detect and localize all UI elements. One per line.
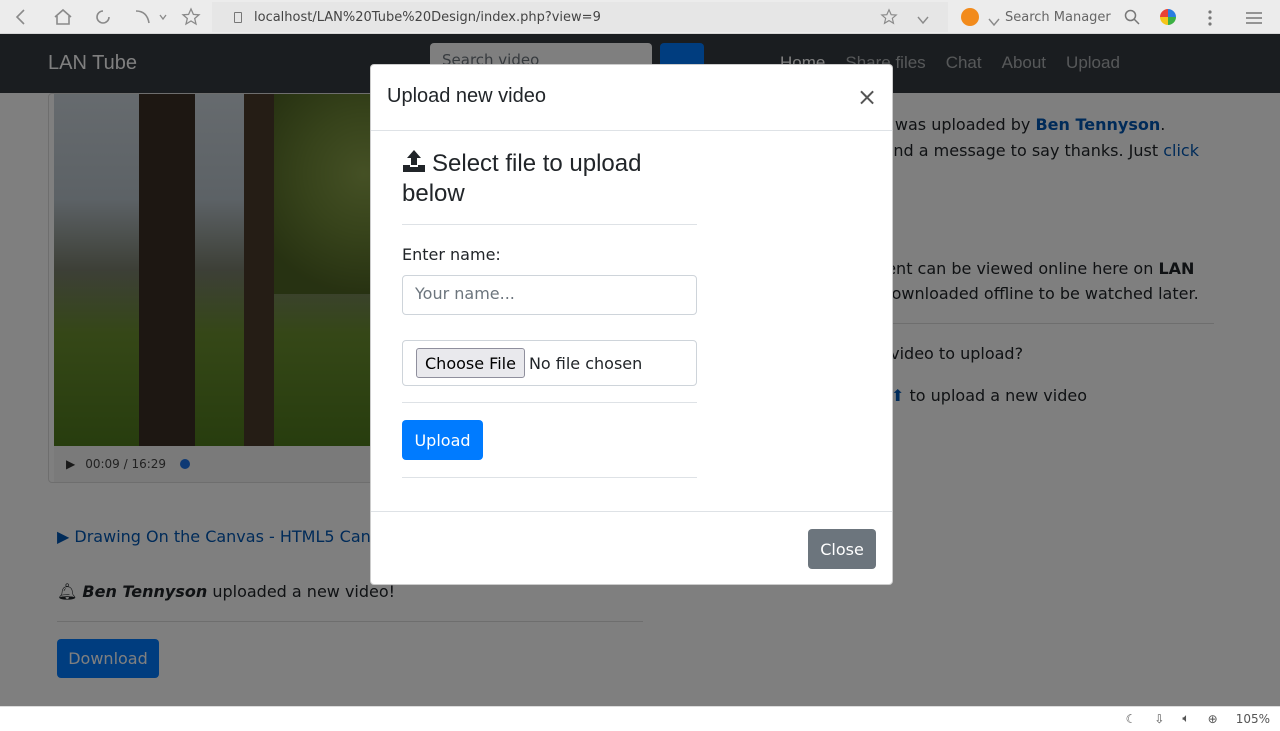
- zoom-level: 105%: [1235, 711, 1270, 726]
- search-icon[interactable]: [1124, 9, 1140, 29]
- file-input[interactable]: Choose File No file chosen: [402, 340, 697, 386]
- history-icon[interactable]: [132, 6, 154, 28]
- home-icon[interactable]: [52, 6, 74, 28]
- file-status: No file chosen: [528, 353, 643, 373]
- upload-modal: Upload new video × Select file to upload…: [370, 64, 893, 585]
- status-icons: ☾ ⇩ 🔈︎ ⊕ 105%: [1126, 711, 1270, 726]
- url-text: localhost/LAN%20Tube%20Design/index.php?…: [254, 9, 601, 25]
- url-dropdown-icon[interactable]: [916, 11, 930, 30]
- download-tray-icon[interactable]: ⇩: [1154, 712, 1164, 726]
- divider: [402, 477, 697, 478]
- modal-header: Upload new video ×: [371, 65, 892, 131]
- close-button[interactable]: Close: [808, 529, 876, 569]
- address-bar[interactable]: localhost/LAN%20Tube%20Design/index.php?…: [212, 2, 948, 32]
- browser-toolbar: localhost/LAN%20Tube%20Design/index.php?…: [0, 0, 1280, 34]
- upload-heading-text: Select file to upload below: [402, 150, 642, 207]
- hamburger-menu-icon[interactable]: [1245, 10, 1263, 29]
- modal-title: Upload new video: [387, 85, 546, 107]
- upload-button[interactable]: Upload: [402, 420, 483, 460]
- browser-search[interactable]: Search Manager: [958, 0, 1150, 34]
- browser-status-bar: ☾ ⇩ 🔈︎ ⊕ 105%: [0, 706, 1280, 731]
- browser-search-placeholder: Search Manager: [1005, 9, 1111, 25]
- more-menu-icon[interactable]: [1207, 9, 1213, 31]
- zoom-icon[interactable]: ⊕: [1208, 712, 1218, 726]
- modal-body: Select file to upload below Enter name: …: [402, 131, 702, 511]
- reload-icon[interactable]: [92, 6, 114, 28]
- name-label: Enter name:: [402, 245, 501, 264]
- back-icon[interactable]: [10, 6, 32, 28]
- favorite-star-icon[interactable]: [880, 8, 898, 30]
- choose-file-button[interactable]: Choose File: [416, 348, 525, 378]
- close-icon[interactable]: ×: [856, 84, 878, 110]
- upload-heading: Select file to upload below: [402, 149, 702, 209]
- volume-icon[interactable]: 🔈︎: [1182, 711, 1189, 726]
- dropdown-chevron-icon[interactable]: [152, 6, 174, 28]
- page-icon: [234, 11, 242, 23]
- divider: [402, 224, 697, 225]
- extension-icon[interactable]: [1160, 9, 1176, 25]
- upload-icon: [403, 150, 425, 172]
- divider: [402, 402, 697, 403]
- modal-footer: Close: [371, 511, 892, 585]
- search-engine-icon: [961, 8, 979, 26]
- bookmark-star-icon[interactable]: [180, 6, 202, 28]
- name-input[interactable]: Your name...: [402, 275, 697, 315]
- search-engine-dropdown-icon[interactable]: [988, 12, 1000, 31]
- night-mode-icon[interactable]: ☾: [1126, 712, 1137, 726]
